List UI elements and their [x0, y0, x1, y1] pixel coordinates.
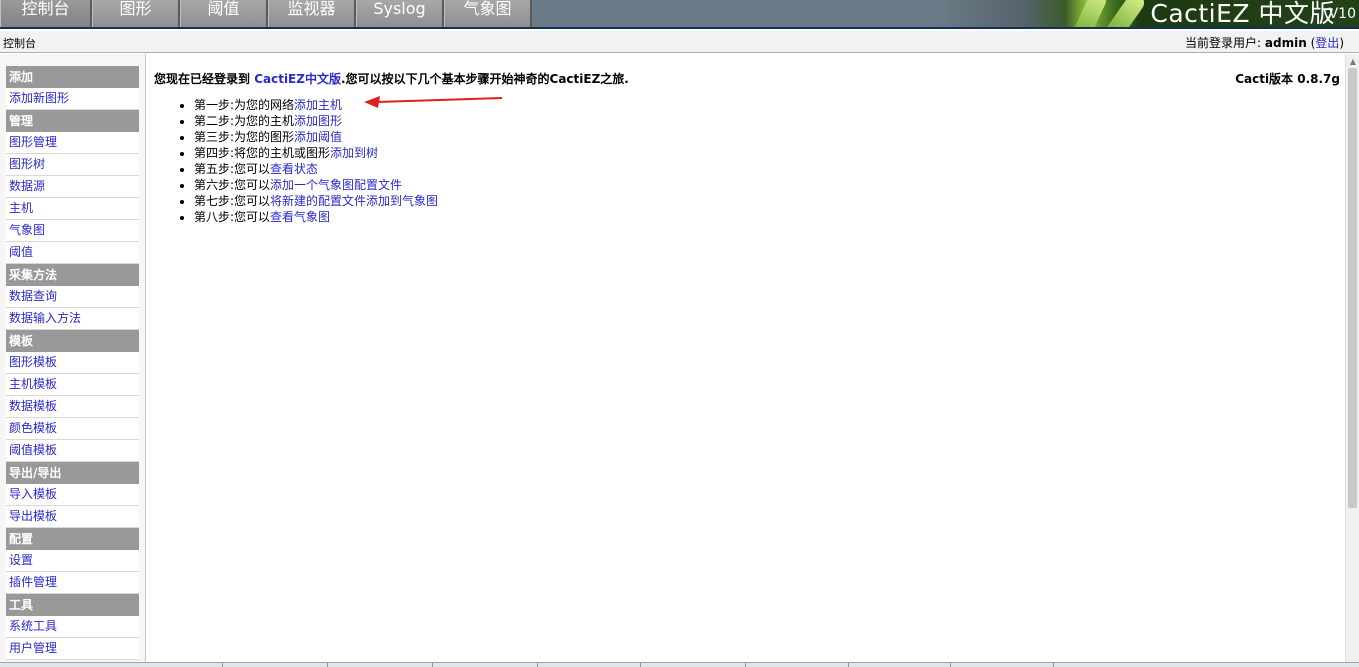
breadcrumb-bar: 控制台 当前登录用户: admin (登出): [0, 31, 1359, 53]
top-navigation-bar: 控制台 图形 阈值 监视器 Syslog 气象图 CactiEZ 中文版 V10: [0, 0, 1359, 29]
sidebar-section-header: 模板: [6, 330, 139, 352]
tab-3[interactable]: 监视器: [268, 0, 356, 27]
sidebar-item[interactable]: 添加新图形: [6, 88, 139, 110]
step-link[interactable]: 将新建的配置文件添加到气象图: [270, 194, 438, 208]
sidebar-section-header: 配置: [6, 528, 139, 550]
tab-2[interactable]: 阈值: [180, 0, 268, 27]
step-link[interactable]: 添加阈值: [294, 130, 342, 144]
user-info: 当前登录用户: admin (登出): [1185, 34, 1344, 51]
step-item: 第三步:为您的图形添加阈值: [194, 129, 438, 145]
sidebar-item[interactable]: 数据模板: [6, 396, 139, 418]
step-text: 第五步:您可以: [194, 162, 271, 176]
sidebar-menu: 添加 添加新图形 管理 图形管理 图形树 数据源 主机 气象图 阈值 采集方法 数据查询 数据输入方法…: [0, 54, 146, 667]
taskbar-item[interactable]: [222, 663, 223, 667]
getting-started-steps: 第一步:为您的网络添加主机第二步:为您的主机添加图形第三步:为您的图形添加阈值第…: [194, 97, 438, 225]
step-text: 第二步:为您的主机: [194, 114, 295, 128]
tab-5[interactable]: 气象图: [444, 0, 532, 27]
sidebar-item[interactable]: 数据查询: [6, 286, 139, 308]
sidebar-section-header: 添加: [6, 66, 139, 88]
taskbar-item[interactable]: [327, 663, 328, 667]
product-link[interactable]: CactiEZ中文版: [254, 72, 341, 86]
taskbar-item[interactable]: [848, 663, 849, 667]
sidebar-item[interactable]: 图形树: [6, 154, 139, 176]
step-link[interactable]: 添加一个气象图配置文件: [270, 178, 402, 192]
sidebar-item[interactable]: 导出模板: [6, 506, 139, 528]
sidebar-item[interactable]: 阈值: [6, 242, 139, 264]
step-text: 第四步:将您的主机或图形: [194, 146, 331, 160]
banner-version: V10: [1328, 6, 1356, 22]
red-arrow-annotation-icon: [364, 96, 503, 108]
cactiez-banner: CactiEZ 中文版 V10: [939, 0, 1359, 27]
sidebar-menu-list: 添加 添加新图形 管理 图形管理 图形树 数据源 主机 气象图 阈值 采集方法 数据查询 数据输入方法…: [6, 66, 139, 660]
tab-0[interactable]: 控制台: [0, 0, 92, 27]
step-item: 第四步:将您的主机或图形添加到树: [194, 145, 438, 161]
step-text: 第八步:您可以: [194, 210, 271, 224]
main-tabs: 控制台 图形 阈值 监视器 Syslog 气象图: [0, 0, 532, 27]
main-content: 您现在已经登录到 CactiEZ中文版.您可以按以下几个基本步骤开始神奇的Cac…: [147, 54, 1345, 667]
banner-brand: CactiEZ 中文版: [1150, 0, 1335, 27]
tab-4[interactable]: Syslog: [356, 0, 444, 27]
sidebar-item[interactable]: 主机模板: [6, 374, 139, 396]
sidebar-item[interactable]: 图形模板: [6, 352, 139, 374]
breadcrumb: 控制台: [3, 37, 36, 50]
step-text: 第六步:您可以: [194, 178, 271, 192]
taskbar-item[interactable]: [432, 663, 433, 667]
step-item: 第七步:您可以将新建的配置文件添加到气象图: [194, 193, 438, 209]
paren-close: ): [1339, 36, 1344, 50]
step-link[interactable]: 添加主机: [294, 98, 342, 112]
sidebar-item[interactable]: 导入模板: [6, 484, 139, 506]
sidebar-item[interactable]: 阈值模板: [6, 440, 139, 462]
sidebar-item[interactable]: 用户管理: [6, 638, 139, 660]
welcome-post: .您可以按以下几个基本步骤开始神奇的CactiEZ之旅.: [340, 72, 629, 86]
sidebar-item[interactable]: 系统工具: [6, 616, 139, 638]
sidebar-item[interactable]: 数据输入方法: [6, 308, 139, 330]
step-text: 第三步:为您的图形: [194, 130, 295, 144]
taskbar-item[interactable]: [1053, 663, 1054, 667]
sidebar-section-header: 工具: [6, 594, 139, 616]
sidebar-item[interactable]: 设置: [6, 550, 139, 572]
sidebar-item[interactable]: 数据源: [6, 176, 139, 198]
sidebar-item[interactable]: 颜色模板: [6, 418, 139, 440]
sidebar-section-header: 采集方法: [6, 264, 139, 286]
step-item: 第六步:您可以添加一个气象图配置文件: [194, 177, 438, 193]
step-item: 第五步:您可以查看状态: [194, 161, 438, 177]
scroll-up-icon[interactable]: ▲: [1346, 54, 1359, 68]
username: admin: [1264, 36, 1307, 50]
sidebar-item[interactable]: 图形管理: [6, 132, 139, 154]
vertical-scrollbar[interactable]: ▲: [1345, 54, 1359, 667]
step-link[interactable]: 添加到树: [330, 146, 378, 160]
leaf-graphic-icon: [1067, 0, 1109, 27]
step-item: 第二步:为您的主机添加图形: [194, 113, 438, 129]
sidebar-section-header: 导出/导出: [6, 462, 139, 484]
step-text: 第七步:您可以: [194, 194, 271, 208]
user-label: 当前登录用户:: [1185, 36, 1262, 50]
tab-1[interactable]: 图形: [92, 0, 180, 27]
taskbar-item[interactable]: [950, 663, 951, 667]
taskbar-strip: [0, 662, 1359, 667]
taskbar-item[interactable]: [537, 663, 538, 667]
step-link[interactable]: 查看气象图: [270, 210, 330, 224]
step-link[interactable]: 添加图形: [294, 114, 342, 128]
sidebar-item[interactable]: 气象图: [6, 220, 139, 242]
cacti-version: Cacti版本 0.8.7g: [1235, 72, 1340, 86]
welcome-pre: 您现在已经登录到: [154, 72, 255, 86]
welcome-message: 您现在已经登录到 CactiEZ中文版.您可以按以下几个基本步骤开始神奇的Cac…: [154, 70, 629, 87]
sidebar-section-header: 管理: [6, 110, 139, 132]
logout-link[interactable]: 登出: [1315, 36, 1339, 50]
leaf-graphic-icon: [1098, 0, 1148, 27]
sidebar-item[interactable]: 主机: [6, 198, 139, 220]
taskbar-item[interactable]: [745, 663, 746, 667]
sidebar-item[interactable]: 插件管理: [6, 572, 139, 594]
step-link[interactable]: 查看状态: [270, 162, 318, 176]
scrollbar-thumb[interactable]: [1348, 68, 1357, 508]
step-text: 第一步:为您的网络: [194, 98, 295, 112]
taskbar-item[interactable]: [640, 663, 641, 667]
step-item: 第八步:您可以查看气象图: [194, 209, 438, 225]
